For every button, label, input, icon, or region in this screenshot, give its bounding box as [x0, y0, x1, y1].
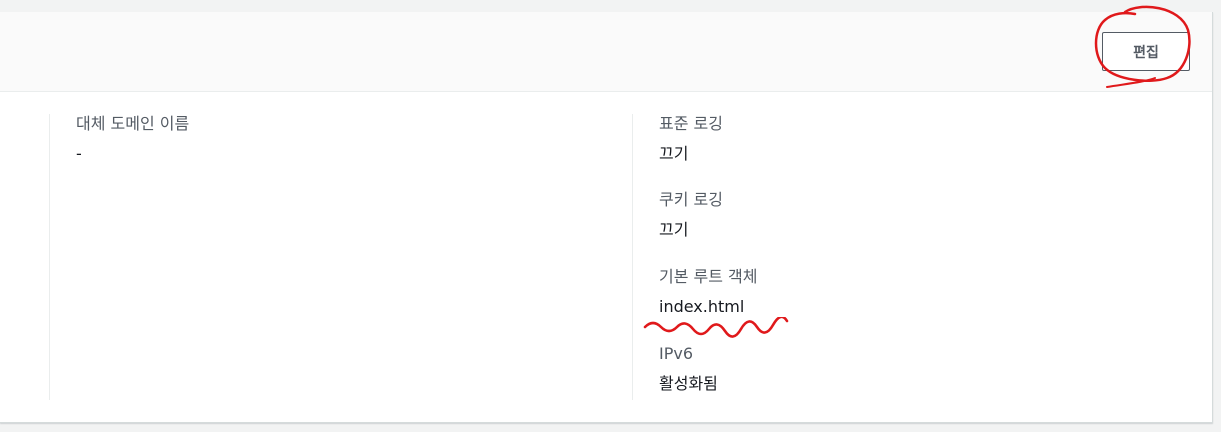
standard-logging-field: 표준 로깅 끄기 — [659, 114, 723, 164]
default-root-object-label: 기본 루트 객체 — [659, 267, 758, 286]
ipv6-value: 활성화됨 — [659, 374, 718, 393]
edit-button[interactable]: 편집 — [1102, 32, 1190, 71]
alt-domain-field: 대체 도메인 이름 - — [76, 114, 189, 164]
default-root-object-value: index.html — [659, 297, 745, 316]
settings-panel: 편집 — [0, 12, 1213, 423]
alt-domain-value: - — [76, 144, 82, 163]
alt-domain-label: 대체 도메인 이름 — [76, 114, 190, 133]
panel-header: 편집 — [0, 12, 1212, 92]
default-root-object-field: 기본 루트 객체 index.html — [659, 267, 758, 317]
standard-logging-value: 끄기 — [659, 144, 689, 163]
ipv6-field: IPv6 활성화됨 — [659, 344, 718, 394]
standard-logging-label: 표준 로깅 — [659, 114, 723, 133]
cookie-logging-label: 쿠키 로깅 — [659, 190, 723, 209]
cookie-logging-field: 쿠키 로깅 끄기 — [659, 190, 723, 240]
ipv6-label: IPv6 — [659, 344, 694, 363]
cookie-logging-value: 끄기 — [659, 220, 689, 239]
